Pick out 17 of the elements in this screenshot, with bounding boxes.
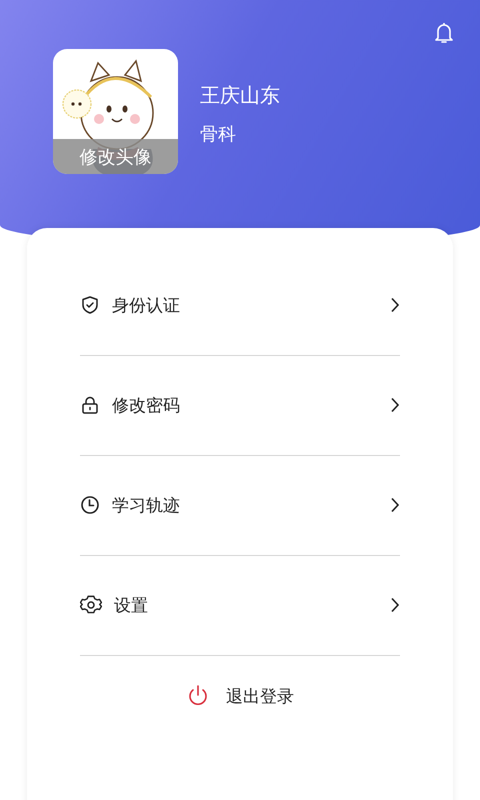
- menu-item[interactable]: 修改密码: [80, 380, 400, 430]
- menu-item[interactable]: 设置: [80, 580, 400, 630]
- shield-check-icon: [80, 295, 100, 315]
- chevron-right-icon: [390, 397, 400, 413]
- clock-icon: [80, 495, 100, 515]
- power-icon: [186, 684, 210, 708]
- change-avatar-button[interactable]: 修改头像: [53, 139, 178, 174]
- department-label: 骨科: [200, 123, 237, 146]
- chevron-right-icon: [390, 597, 400, 613]
- logout-button[interactable]: 退出登录: [182, 680, 298, 712]
- chevron-right-icon: [390, 297, 400, 313]
- settings-icon: [80, 594, 102, 616]
- user-name: 王庆山东: [200, 82, 280, 109]
- lock-icon: [80, 395, 100, 415]
- menu-item[interactable]: 身份认证: [80, 280, 400, 330]
- menu-item[interactable]: 学习轨迹: [80, 480, 400, 530]
- chevron-right-icon: [390, 497, 400, 513]
